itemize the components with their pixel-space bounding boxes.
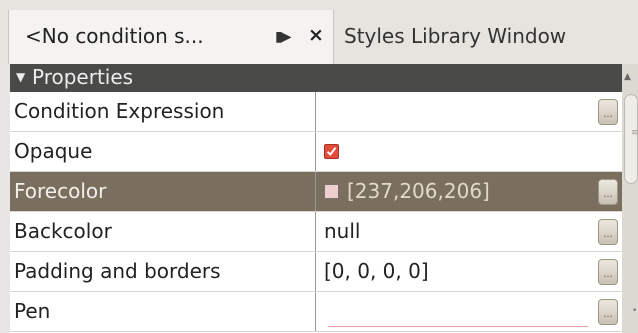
color-swatch bbox=[324, 184, 339, 199]
scroll-up-icon[interactable]: ▲ bbox=[624, 72, 631, 82]
property-row-padding-borders[interactable]: Padding and borders [0, 0, 0, 0] ... bbox=[10, 252, 626, 292]
opaque-checkbox[interactable] bbox=[324, 144, 339, 159]
property-row-backcolor[interactable]: Backcolor null ... bbox=[10, 212, 626, 252]
pin-icon[interactable]: ▮▶ bbox=[275, 29, 292, 45]
tab-title: Styles Library Window bbox=[344, 24, 567, 48]
property-value[interactable]: [237,206,206] bbox=[316, 172, 626, 211]
property-name: Condition Expression bbox=[10, 92, 316, 131]
property-name: Padding and borders bbox=[10, 252, 316, 291]
property-row-forecolor[interactable]: Forecolor [237,206,206] ... bbox=[10, 172, 626, 212]
close-icon[interactable]: × bbox=[308, 24, 324, 46]
pen-line-preview bbox=[328, 326, 588, 327]
property-value-input[interactable] bbox=[316, 92, 626, 131]
properties-grid: Condition Expression ... Opaque Forecolo… bbox=[10, 92, 626, 333]
properties-header-label: Properties bbox=[32, 65, 134, 89]
checkmark-icon bbox=[326, 147, 337, 156]
scrollbar-grip-icon: ≡ bbox=[631, 128, 638, 138]
property-row-pen[interactable]: Pen ... bbox=[10, 292, 626, 332]
properties-header[interactable]: ▼ Properties bbox=[10, 64, 622, 92]
ellipsis-button[interactable]: ... bbox=[598, 299, 618, 325]
property-name: Pen bbox=[10, 292, 316, 331]
tab-bar: <No condition s... ▮▶ × Styles Library W… bbox=[0, 0, 638, 64]
property-value[interactable]: null bbox=[316, 212, 626, 251]
ellipsis-button[interactable]: ... bbox=[598, 99, 618, 125]
tab-no-condition[interactable]: <No condition s... ▮▶ × bbox=[8, 10, 334, 64]
color-value-text: [237,206,206] bbox=[347, 179, 490, 203]
property-name: Forecolor bbox=[10, 172, 316, 211]
scrollbar-thumb[interactable] bbox=[624, 94, 638, 184]
ellipsis-button[interactable]: ... bbox=[598, 259, 618, 285]
collapse-triangle-icon[interactable]: ▼ bbox=[16, 70, 25, 84]
property-row-condition-expression[interactable]: Condition Expression ... bbox=[10, 92, 626, 132]
tab-styles-library[interactable]: Styles Library Window bbox=[336, 10, 638, 64]
property-row-opaque[interactable]: Opaque bbox=[10, 132, 626, 172]
property-value[interactable] bbox=[316, 292, 626, 331]
scroll-marker-icon: • bbox=[632, 306, 638, 316]
tab-title: <No condition s... bbox=[25, 24, 204, 48]
ellipsis-button[interactable]: ... bbox=[598, 219, 618, 245]
property-name: Opaque bbox=[10, 132, 316, 171]
property-name: Backcolor bbox=[10, 212, 316, 251]
ellipsis-button[interactable]: ... bbox=[598, 179, 618, 205]
property-value[interactable]: [0, 0, 0, 0] bbox=[316, 252, 626, 291]
property-value bbox=[316, 132, 626, 171]
